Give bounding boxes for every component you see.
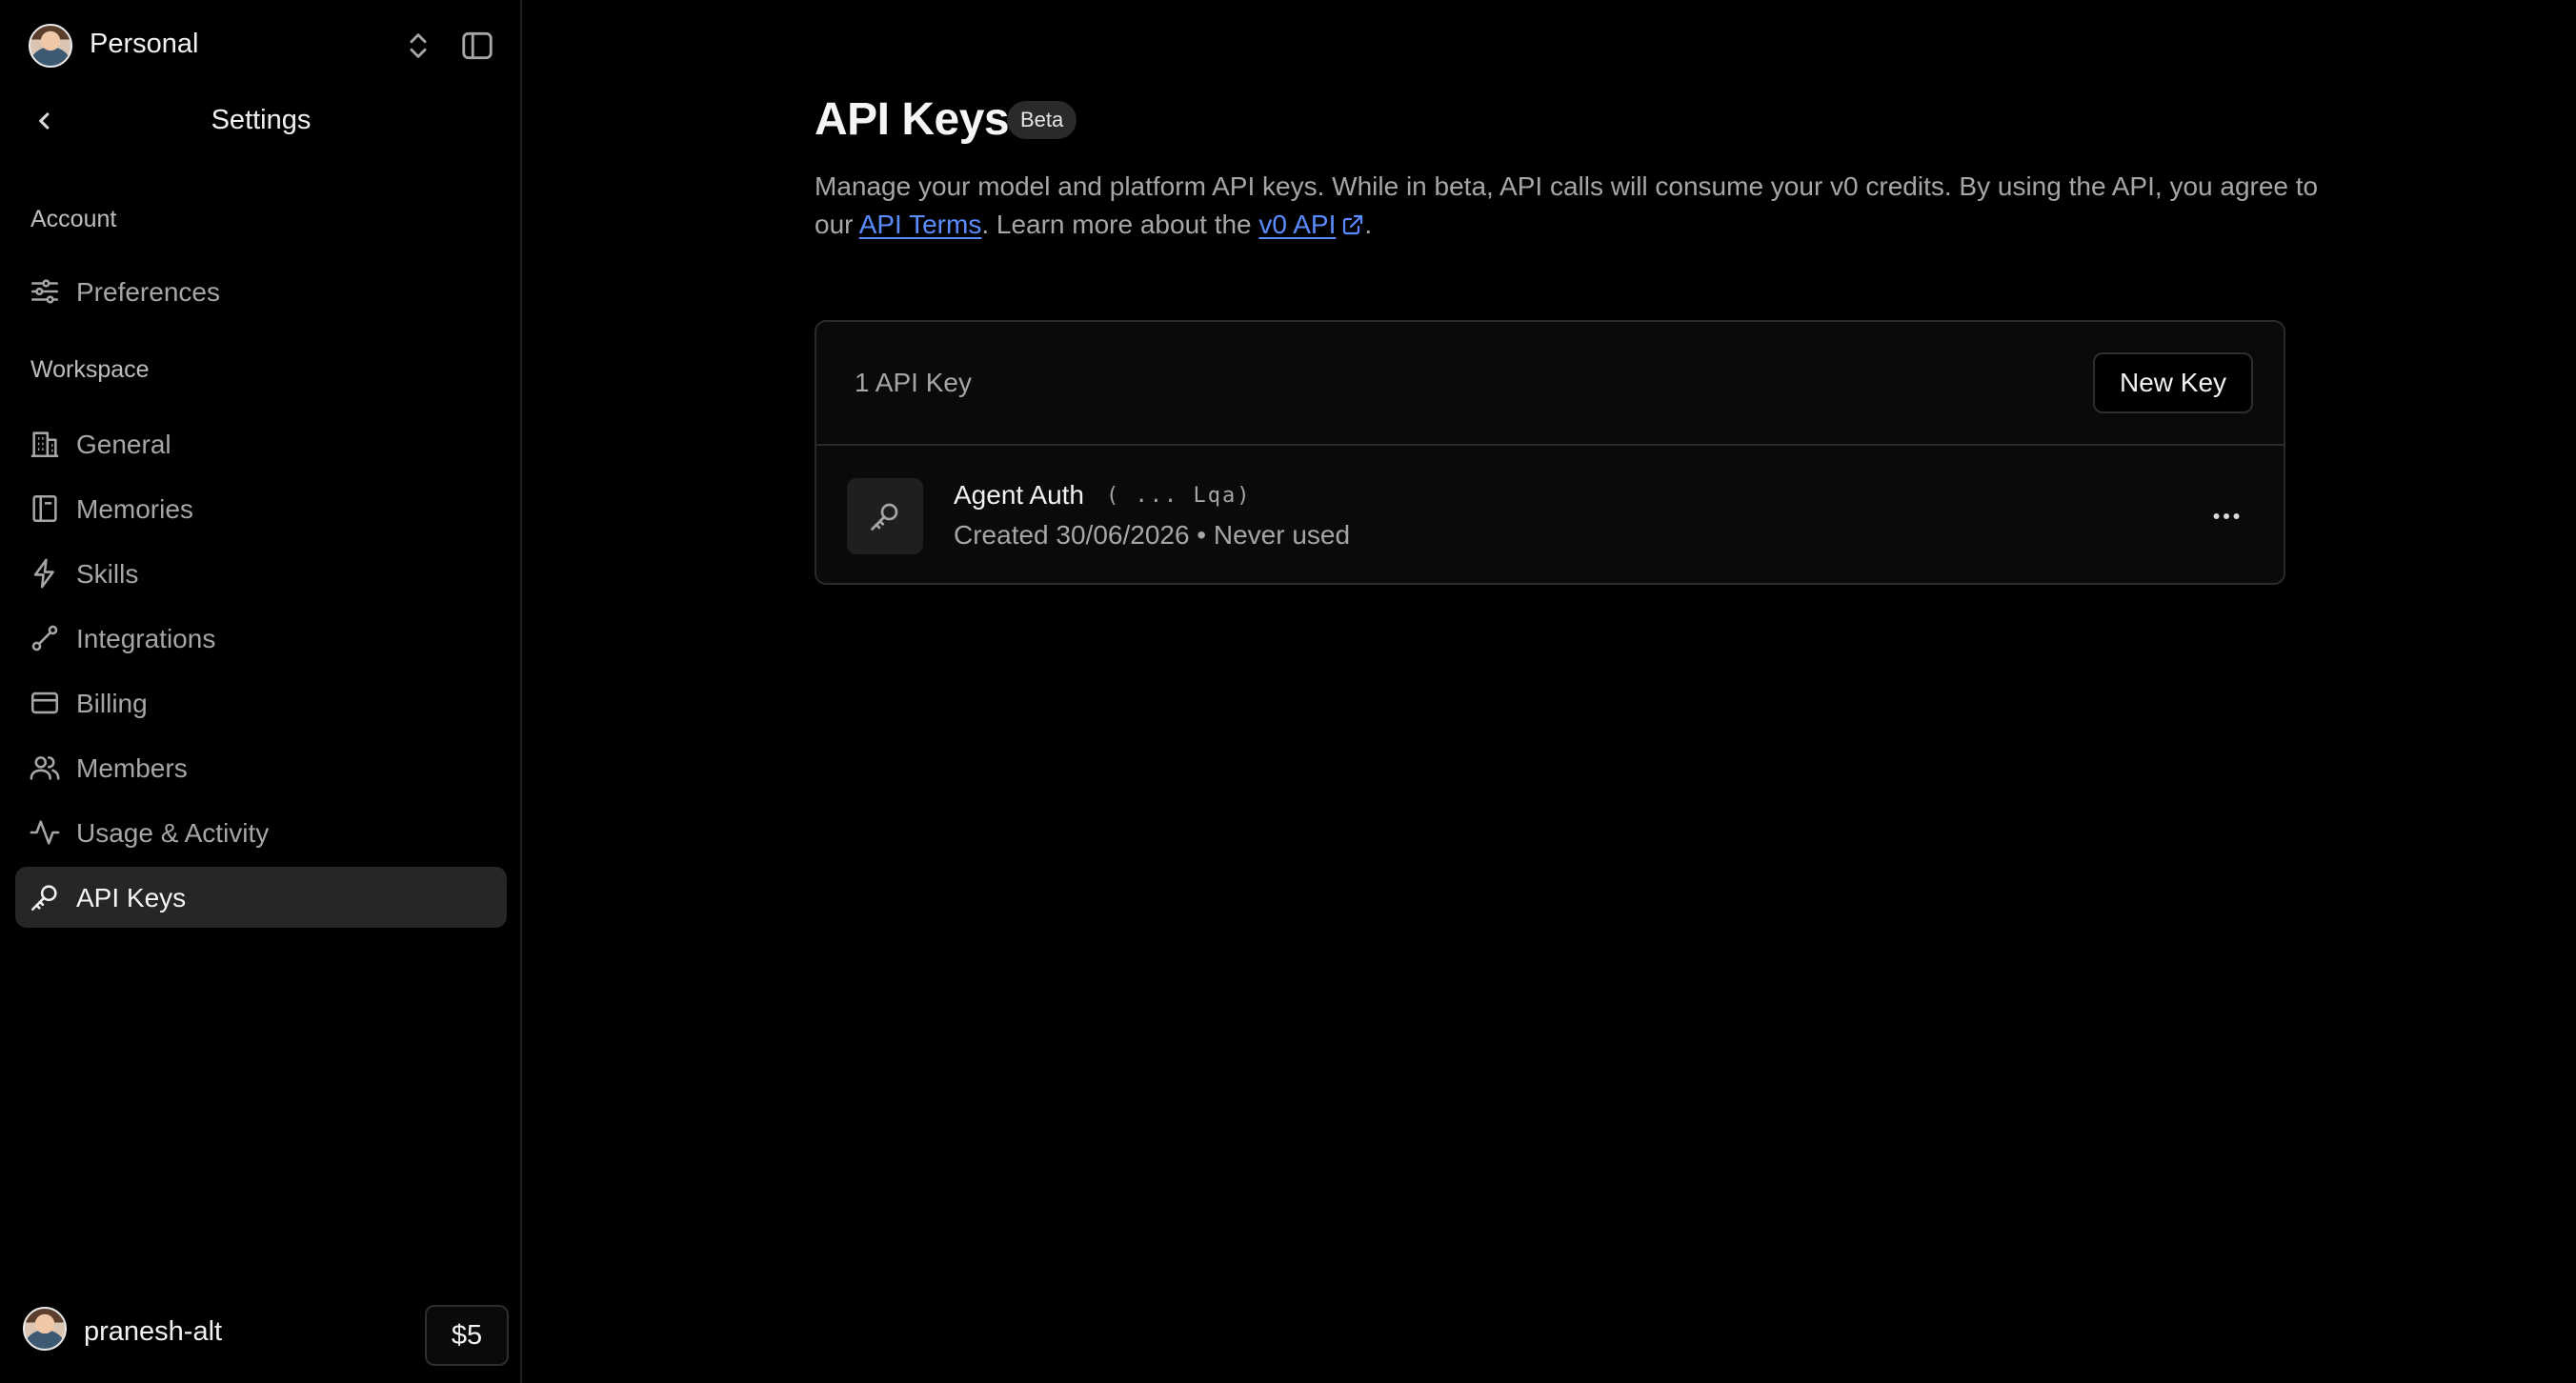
book-icon <box>32 494 57 523</box>
main-content: API Keys Beta Manage your model and plat… <box>524 0 2576 1383</box>
user-menu[interactable]: pranesh-alt $5 <box>23 1305 509 1366</box>
credit-card-icon <box>30 692 59 714</box>
sidebar-item-memories[interactable]: Memories <box>15 478 507 539</box>
workspace-name: Personal <box>90 29 199 59</box>
users-icon <box>30 756 60 780</box>
credits-button[interactable]: $5 <box>425 1305 509 1366</box>
api-key-icon-box <box>847 478 923 554</box>
sidebar-item-billing[interactable]: Billing <box>15 672 507 733</box>
section-label-workspace: Workspace <box>30 356 150 383</box>
sidebar-toggle-icon[interactable] <box>459 28 495 64</box>
sliders-icon <box>30 279 59 304</box>
settings-title: Settings <box>211 105 312 135</box>
api-key-count: 1 API Key <box>855 368 972 397</box>
sidebar-item-label: Skills <box>76 559 139 589</box>
user-name: pranesh-alt <box>84 1316 223 1347</box>
sidebar: Personal Settings Account Preferences Wo… <box>0 0 522 1383</box>
api-terms-link[interactable]: API Terms <box>859 210 982 239</box>
page-title: API Keys <box>815 94 1010 145</box>
sidebar-item-preferences[interactable]: Preferences <box>15 261 507 322</box>
description-text: . <box>1364 210 1373 239</box>
v0-api-link[interactable]: v0 API <box>1258 210 1364 239</box>
api-keys-card-header: 1 API Key New Key <box>816 322 2284 446</box>
sidebar-item-label: Usage & Activity <box>76 818 270 848</box>
lightning-icon <box>33 558 54 589</box>
page-description: Manage your model and platform API keys.… <box>815 168 2320 244</box>
section-label-account: Account <box>30 206 117 232</box>
sidebar-item-label: Members <box>76 753 188 783</box>
workspace-switcher[interactable]: Personal <box>29 24 495 68</box>
sidebar-item-usage[interactable]: Usage & Activity <box>15 802 507 863</box>
sidebar-item-api-keys[interactable]: API Keys <box>15 867 507 928</box>
v0-api-link-label: v0 API <box>1258 210 1337 239</box>
api-key-suffix: ( ... Lqa) <box>1106 484 1252 508</box>
user-avatar <box>23 1307 67 1351</box>
api-key-row: Agent Auth ( ... Lqa) Created 30/06/2026… <box>816 448 2284 583</box>
chevron-up-down-icon[interactable] <box>402 30 434 62</box>
description-text: . Learn more about the <box>981 210 1259 239</box>
key-icon <box>871 503 898 531</box>
more-horizontal-icon[interactable] <box>2207 499 2245 533</box>
sidebar-item-members[interactable]: Members <box>15 737 507 798</box>
activity-icon <box>30 820 60 845</box>
api-key-meta: Created 30/06/2026 • Never used <box>954 520 1351 550</box>
external-link-icon <box>1343 214 1363 235</box>
sidebar-item-integrations[interactable]: Integrations <box>15 608 507 669</box>
link-icon <box>31 625 58 651</box>
sidebar-item-label: Integrations <box>76 624 216 653</box>
sidebar-item-label: Billing <box>76 689 148 718</box>
sidebar-item-label: General <box>76 430 171 459</box>
sidebar-item-general[interactable]: General <box>15 413 507 474</box>
building-icon <box>30 431 59 458</box>
workspace-avatar <box>29 24 72 68</box>
sidebar-item-label: API Keys <box>76 883 187 912</box>
key-icon <box>30 885 57 912</box>
app: Personal Settings Account Preferences Wo… <box>0 0 2576 1383</box>
sidebar-item-label: Memories <box>76 494 193 524</box>
beta-badge: Beta <box>1007 101 1077 139</box>
api-key-name: Agent Auth <box>954 480 1085 510</box>
new-key-button[interactable]: New Key <box>2093 352 2253 413</box>
sidebar-item-skills[interactable]: Skills <box>15 543 507 604</box>
api-keys-card: 1 API Key New Key Agent Auth ( ... Lqa) … <box>815 320 2285 585</box>
sidebar-item-label: Preferences <box>76 277 220 307</box>
